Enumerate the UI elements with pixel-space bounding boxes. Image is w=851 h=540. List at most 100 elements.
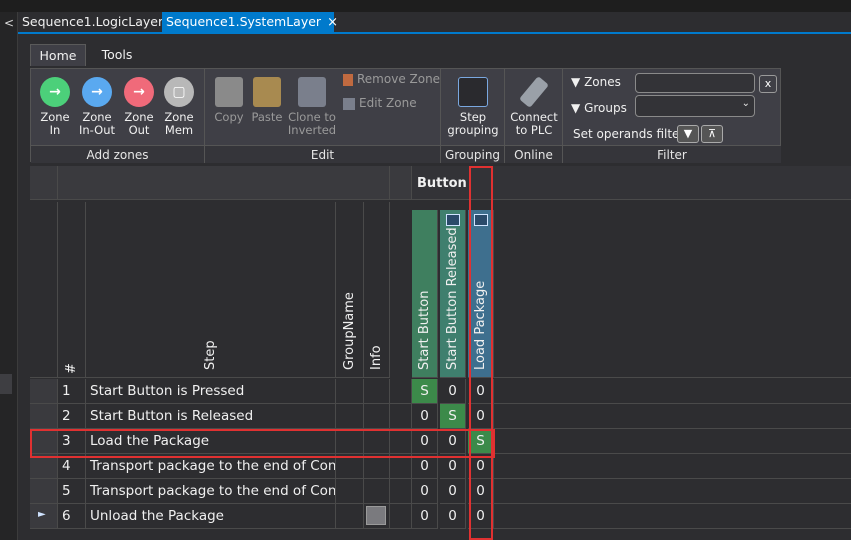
clear-operands-filter-button[interactable]: ⊼	[701, 125, 723, 143]
row-step[interactable]: Start Button is Released	[86, 404, 336, 429]
row-groupname[interactable]	[336, 479, 364, 504]
chevron-left-icon[interactable]: <	[4, 16, 14, 30]
zone-button-1[interactable]: → Zone In-Out	[77, 77, 117, 137]
row-spacer	[390, 504, 412, 529]
copy-button[interactable]: Copy	[211, 77, 247, 124]
row-spacer	[390, 479, 412, 504]
operand-value-cell[interactable]: 0	[412, 504, 438, 529]
group-label: Filter	[563, 145, 781, 163]
clear-zones-button[interactable]: x	[759, 75, 777, 93]
column-header-num[interactable]: #	[58, 202, 86, 378]
paste-button[interactable]: Paste	[249, 77, 285, 124]
row-number: 2	[58, 404, 86, 429]
left-side-panel: <	[0, 12, 18, 540]
column-header-step[interactable]: Step	[86, 202, 336, 378]
column-header-text: GroupName	[342, 292, 357, 370]
row-groupname[interactable]	[336, 504, 364, 529]
clone-to-inverted-button[interactable]: Clone to Inverted	[287, 77, 337, 137]
row-selector[interactable]	[30, 404, 58, 429]
row-empty-area	[494, 454, 851, 479]
column-header-operand-0[interactable]: Start Button	[412, 210, 438, 378]
row-selector[interactable]: ►	[30, 504, 58, 529]
column-header-groupname[interactable]: GroupName	[336, 202, 364, 378]
operand-value-cell[interactable]: 0	[412, 404, 438, 429]
operand-value-cell[interactable]: S	[412, 379, 438, 404]
row-selector[interactable]	[30, 479, 58, 504]
zone-button-0[interactable]: → Zone In	[35, 77, 75, 137]
operand-value-cell[interactable]: 0	[440, 479, 466, 504]
edit-zone-label: Edit Zone	[359, 96, 417, 110]
group-label: Add zones	[31, 145, 204, 163]
column-header-operand-1[interactable]: Start Button Released	[440, 210, 466, 378]
edit-zone-button[interactable]: Edit Zone	[343, 97, 441, 110]
groups-label-text: Groups	[584, 101, 627, 115]
tab-label: Sequence1.LogicLayer	[22, 14, 164, 29]
connect-to-plc-button[interactable]: Connect to PLC	[507, 76, 561, 137]
row-info[interactable]	[364, 379, 390, 404]
zone-icon: ▢	[164, 77, 194, 107]
operand-value-cell[interactable]: 0	[440, 379, 466, 404]
column-header-info[interactable]: Info	[364, 202, 390, 378]
group-label: Edit	[205, 145, 440, 163]
remove-zone-icon	[343, 73, 353, 86]
row-info[interactable]	[364, 479, 390, 504]
copy-label: Copy	[214, 110, 244, 124]
current-row-marker-icon: ►	[38, 509, 46, 520]
tab-logic-layer[interactable]: Sequence1.LogicLayer×	[18, 12, 180, 32]
operand-value-cell[interactable]: S	[440, 404, 466, 429]
remove-zone-button[interactable]: Remove Zone	[343, 73, 441, 86]
info-edit-button[interactable]	[366, 506, 386, 525]
tab-system-layer[interactable]: Sequence1.SystemLayer ×	[162, 12, 338, 32]
groups-filter-dropdown[interactable]: ⌄	[635, 95, 755, 117]
row-step[interactable]: Start Button is Pressed	[86, 379, 336, 404]
zone-button-2[interactable]: → Zone Out	[119, 77, 159, 137]
row-number: 5	[58, 479, 86, 504]
row-spacer	[390, 404, 412, 429]
group-filter: ▼ Zones x ▼ Groups ⌄ Set operands filter…	[563, 69, 781, 163]
zones-label-text: Zones	[584, 75, 621, 89]
row-groupname[interactable]	[336, 404, 364, 429]
zone-label-2: Out	[128, 123, 150, 137]
plug-icon	[518, 76, 550, 108]
chevron-down-icon: ⌄	[741, 98, 750, 109]
step-grouping-icon	[458, 77, 488, 107]
operand-link-icon[interactable]	[446, 214, 460, 226]
row-number: 6	[58, 504, 86, 529]
row-selector[interactable]	[30, 379, 58, 404]
step-grid: Button # Step GroupName Info Start Button Star…	[30, 166, 851, 540]
row-step[interactable]: Unload the Package	[86, 504, 336, 529]
clone-label-2: Inverted	[287, 123, 337, 137]
row-empty-area	[494, 379, 851, 404]
zone-icon: →	[124, 77, 154, 107]
row-info[interactable]	[364, 504, 390, 529]
row-groupname[interactable]	[336, 379, 364, 404]
paste-label: Paste	[251, 110, 283, 124]
operand-value-cell[interactable]: 0	[412, 479, 438, 504]
zone-label-2: In-Out	[79, 123, 115, 137]
zone-button-3[interactable]: ▢ Zone Mem	[159, 77, 199, 137]
zone-icon: →	[40, 77, 70, 107]
ribbon-tab-tools[interactable]: Tools	[90, 44, 144, 66]
clone-icon	[298, 77, 326, 107]
group-edit: Copy Paste Clone to Inverted Remove Zone…	[205, 69, 441, 163]
header-corner	[30, 166, 58, 200]
operand-value-cell[interactable]: 0	[440, 504, 466, 529]
connect-label-2: to PLC	[515, 123, 553, 137]
header-blank	[58, 166, 390, 200]
tab-label: Sequence1.SystemLayer	[166, 14, 322, 29]
zone-label-1: Zone	[124, 110, 154, 124]
edit-zone-icon	[343, 97, 355, 110]
column-header-text: #	[64, 363, 79, 374]
column-header-text: Start Button	[417, 290, 432, 370]
zones-filter-input[interactable]	[635, 73, 755, 93]
row-info[interactable]	[364, 404, 390, 429]
row-step[interactable]: Transport package to the end of Conv2	[86, 479, 336, 504]
close-icon[interactable]: ×	[327, 15, 338, 30]
row-empty-area	[494, 404, 851, 429]
highlight-column-annotation	[469, 166, 493, 540]
filter-icon: ▼	[571, 101, 581, 115]
step-grouping-button[interactable]: Step grouping	[443, 77, 503, 137]
ribbon-tab-home[interactable]: Home	[30, 44, 86, 66]
zones-filter-label: ▼ Zones	[571, 75, 621, 89]
operands-filter-button[interactable]: ▼	[677, 125, 699, 143]
